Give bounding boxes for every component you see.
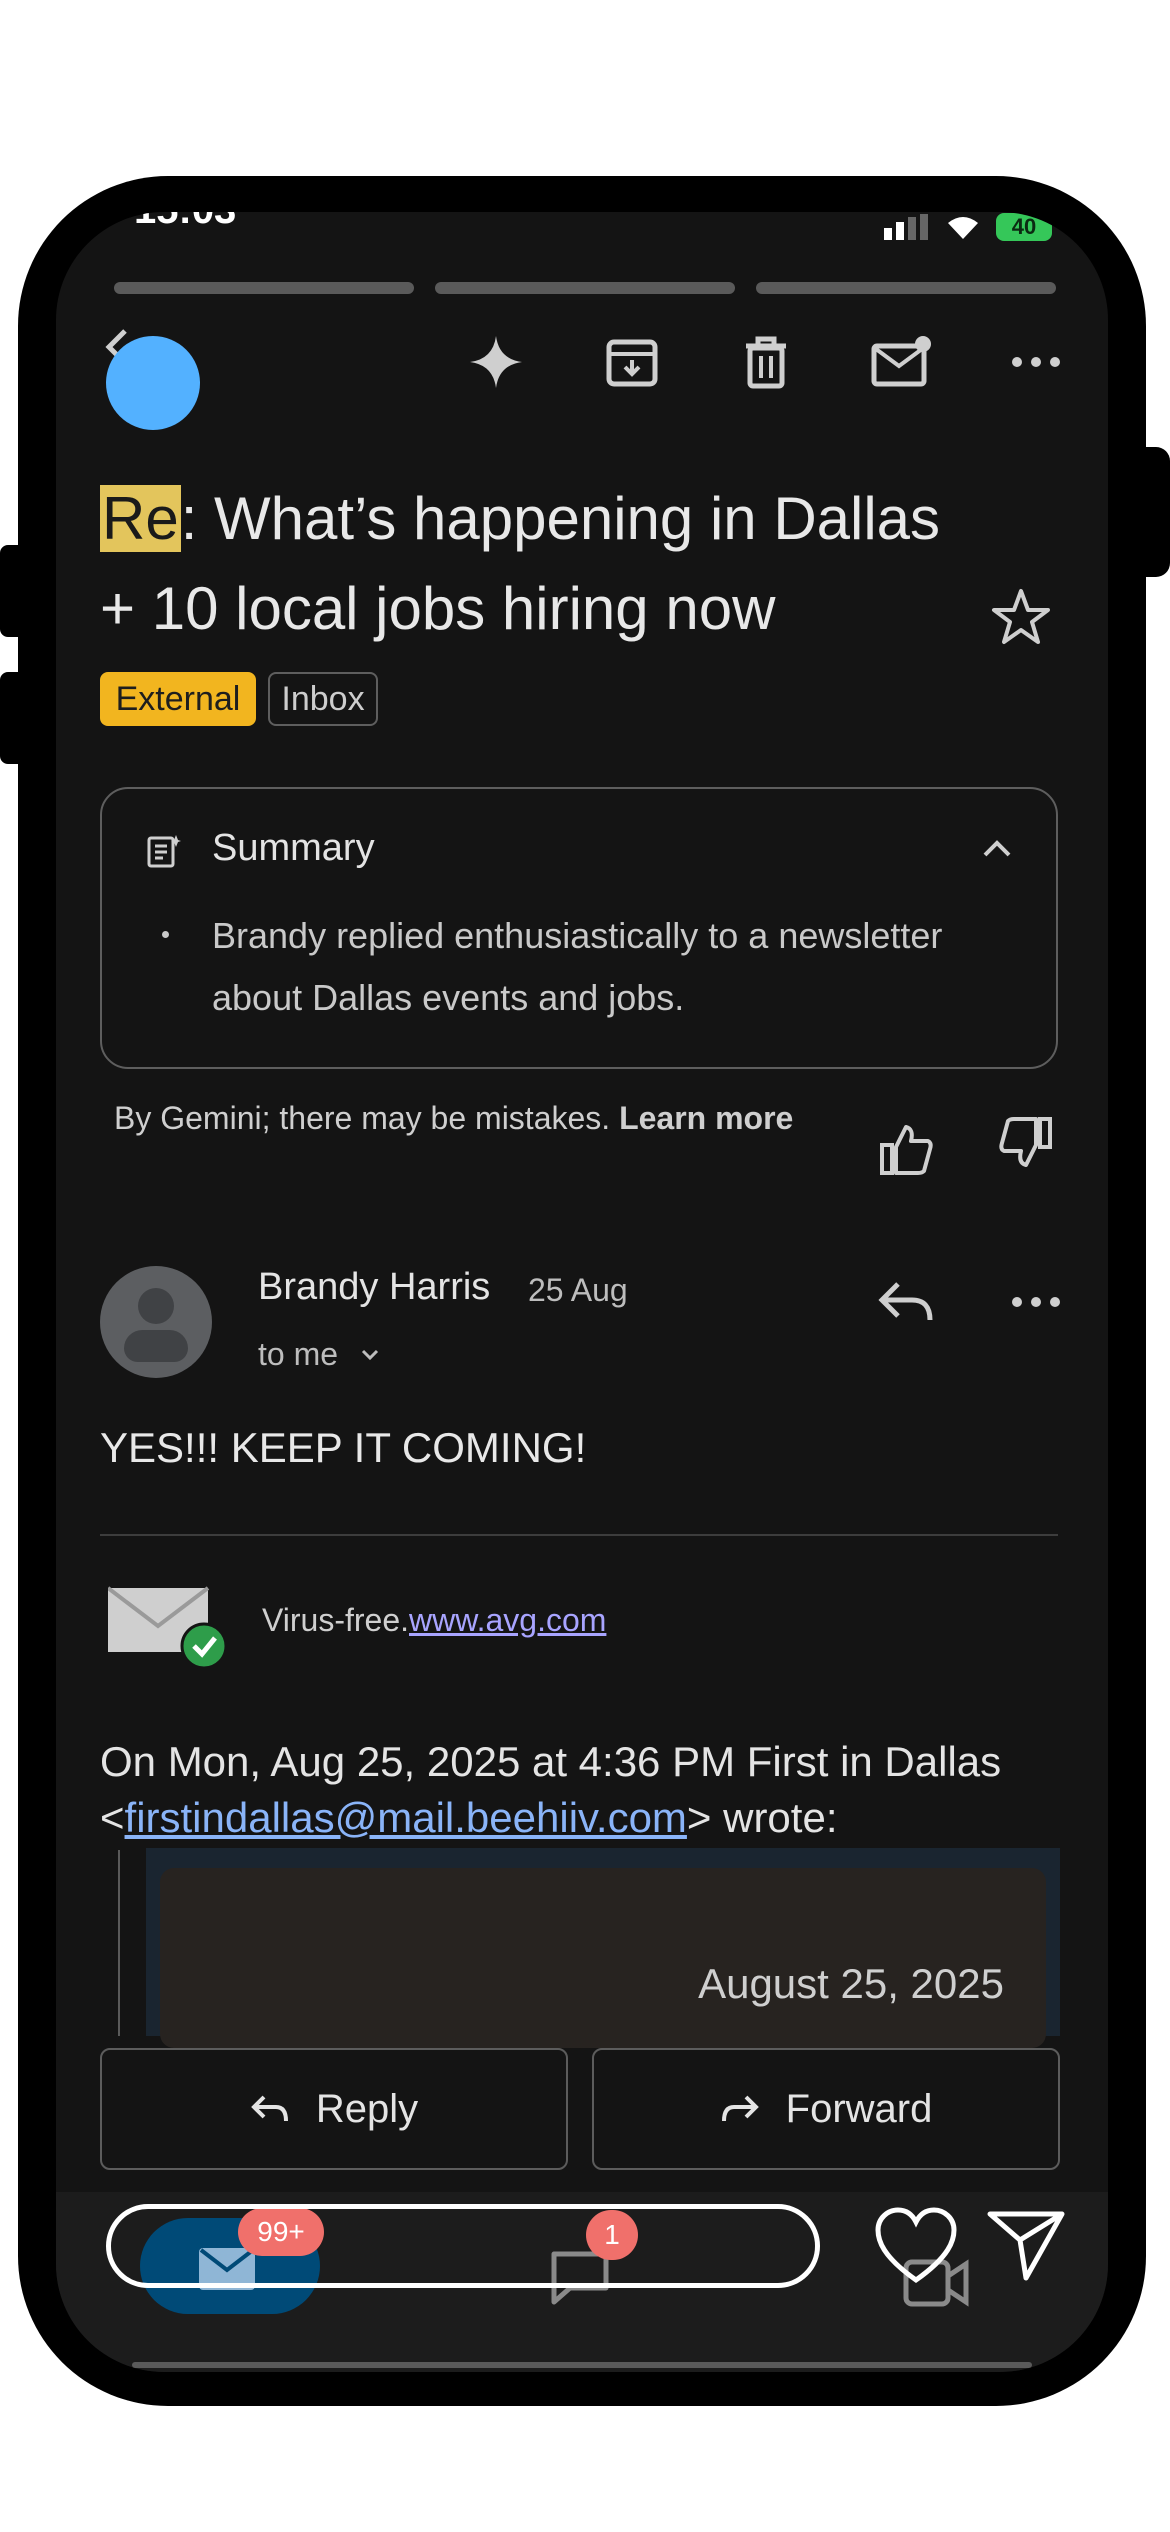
volume-up-button	[0, 545, 24, 637]
archive-button[interactable]	[592, 322, 672, 402]
heart-icon[interactable]	[874, 2206, 958, 2286]
volume-down-button	[0, 672, 24, 764]
archive-icon	[606, 339, 658, 387]
learn-more-link[interactable]: Learn more	[619, 1100, 793, 1136]
quoted-newsletter: August 25, 2025	[146, 1848, 1060, 2048]
home-indicator	[132, 2362, 1032, 2368]
trash-icon	[746, 336, 786, 389]
signature-line: Virus-free.www.avg.com	[262, 1602, 606, 1639]
wifi-icon	[948, 217, 978, 239]
progress-segment-3	[756, 282, 1056, 294]
reply-arrow-icon	[251, 2095, 288, 2122]
delete-button[interactable]	[726, 322, 806, 402]
gemini-button[interactable]	[456, 322, 536, 402]
label-inbox[interactable]: Inbox	[268, 672, 378, 726]
quote-rule	[118, 1850, 120, 2036]
gemini-disclaimer: By Gemini; there may be mistakes. Learn …	[114, 1092, 814, 1144]
sparkle-icon	[470, 336, 522, 388]
avatar-overlay-circle	[106, 336, 200, 430]
thumbs-down-icon	[999, 1117, 1052, 1167]
quote-header: On Mon, Aug 25, 2025 at 4:36 PM First in…	[100, 1734, 1100, 1846]
collapse-summary-button[interactable]	[962, 819, 1032, 879]
forward-button[interactable]: Forward	[592, 2048, 1060, 2170]
mail-check-icon	[106, 1586, 228, 1670]
mark-unread-button[interactable]	[862, 322, 942, 402]
avg-logo	[106, 1580, 232, 1670]
mail-unread-icon	[871, 336, 931, 387]
signature-text: Virus-free.	[262, 1602, 410, 1638]
recipient-toggle[interactable]: to me	[258, 1336, 380, 1373]
summary-heading: Summary	[212, 827, 375, 869]
chevron-up-icon	[983, 840, 1011, 857]
avatar-head	[138, 1288, 174, 1324]
label-external: External	[100, 672, 256, 726]
status-time: 15:03	[134, 212, 236, 233]
avatar-body	[124, 1330, 188, 1362]
email-subject: Re: What’s happening in Dallas + 10 loca…	[100, 474, 980, 654]
summary-bullet-text: Brandy replied enthusiastically to a new…	[212, 915, 943, 1018]
reply-icon-button[interactable]	[866, 1262, 946, 1342]
progress-segment-2	[435, 282, 735, 294]
message-more-button[interactable]	[996, 1272, 1076, 1332]
thumbs-up-button[interactable]	[866, 1110, 946, 1190]
story-reply-pill[interactable]	[106, 2204, 820, 2288]
summary-bullet-dot	[162, 931, 169, 938]
progress-segment-1	[114, 282, 414, 294]
sender-avatar[interactable]	[100, 1266, 212, 1378]
more-horizontal-icon	[1012, 357, 1060, 367]
quote-email-link[interactable]: firstindallas@mail.beehiiv.com	[125, 1794, 687, 1841]
summary-card: Summary Brandy replied enthusiastically …	[100, 787, 1058, 1069]
reply-label: Reply	[315, 2086, 419, 2131]
subject-highlight: Re	[100, 485, 181, 552]
summary-icon	[147, 835, 181, 868]
avg-link[interactable]: www.avg.com	[409, 1602, 606, 1638]
subject-text: : What’s happening in Dallas + 10 local …	[100, 485, 941, 642]
more-horizontal-icon	[1012, 1297, 1060, 1307]
screen: 15:03 40 Re: What’s happening in Dallas …	[56, 212, 1108, 2372]
quote-header-end: > wrote:	[686, 1794, 838, 1841]
more-options-button[interactable]	[996, 322, 1076, 402]
signal-icon	[884, 214, 928, 240]
reply-button[interactable]: Reply	[100, 2048, 568, 2170]
message-date: 25 Aug	[528, 1272, 628, 1308]
forward-arrow-icon	[721, 2095, 759, 2122]
message-body: YES!!! KEEP IT COMING!	[100, 1424, 587, 1471]
battery-icon: 40	[996, 213, 1052, 241]
forward-label: Forward	[785, 2086, 933, 2131]
star-button[interactable]	[986, 582, 1056, 652]
star-icon	[992, 589, 1050, 644]
status-icons: 40	[884, 212, 1052, 242]
chevron-down-icon	[361, 1349, 379, 1360]
recipient-text: to me	[258, 1336, 339, 1372]
power-button	[1140, 447, 1170, 577]
sender-name: Brandy Harris	[258, 1266, 491, 1308]
body-divider	[100, 1534, 1058, 1536]
thumbs-down-button[interactable]	[986, 1102, 1066, 1182]
reply-icon	[878, 1282, 933, 1321]
quoted-card: August 25, 2025	[160, 1868, 1046, 2048]
quoted-date: August 25, 2025	[698, 1960, 1004, 2007]
send-icon[interactable]	[986, 2208, 1066, 2282]
disclaimer-text: By Gemini; there may be mistakes.	[114, 1100, 611, 1136]
thumbs-up-icon	[880, 1125, 933, 1175]
